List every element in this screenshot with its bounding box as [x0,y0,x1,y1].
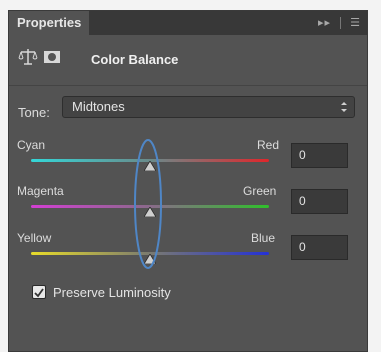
chevron-up-down-icon [341,102,347,112]
tone-selected-value: Midtones [72,99,125,114]
magenta-label: Magenta [17,184,64,198]
preserve-luminosity-label: Preserve Luminosity [53,285,171,300]
yellow-label: Yellow [17,231,52,245]
checkmark-icon [34,288,44,298]
green-label: Green [243,184,277,198]
yellow-blue-thumb[interactable] [144,254,156,264]
color-balance-icon[interactable] [18,47,38,67]
red-label: Red [257,138,280,152]
tab-properties[interactable]: Properties [9,11,89,35]
magenta-green-thumb[interactable] [144,207,156,217]
tone-select[interactable]: Midtones [62,96,355,118]
properties-panel: Properties ▸▸ ☰ Color Balance Tone: Midt… [8,10,368,352]
cyan-label: Cyan [17,138,46,152]
collapse-panel-icon[interactable]: ▸▸ [318,11,331,35]
tab-bar-tools: ▸▸ ☰ [318,11,361,35]
cyan-red-thumb[interactable] [144,161,156,171]
panel-tab-bar: Properties ▸▸ ☰ [9,11,367,35]
cyan-red-value-field[interactable]: 0 [291,143,348,168]
adjustment-title: Color Balance [91,52,179,67]
layer-mask-icon[interactable] [42,47,62,67]
blue-label: Blue [251,231,276,245]
magenta-green-value-field[interactable]: 0 [291,189,348,214]
panel-menu-icon[interactable]: ☰ [350,11,361,35]
tone-label: Tone: [18,105,50,120]
tools-divider [340,17,342,29]
yellow-blue-value-field[interactable]: 0 [291,235,348,260]
adjustment-header: Color Balance [9,35,367,86]
preserve-luminosity-checkbox[interactable] [32,285,46,299]
